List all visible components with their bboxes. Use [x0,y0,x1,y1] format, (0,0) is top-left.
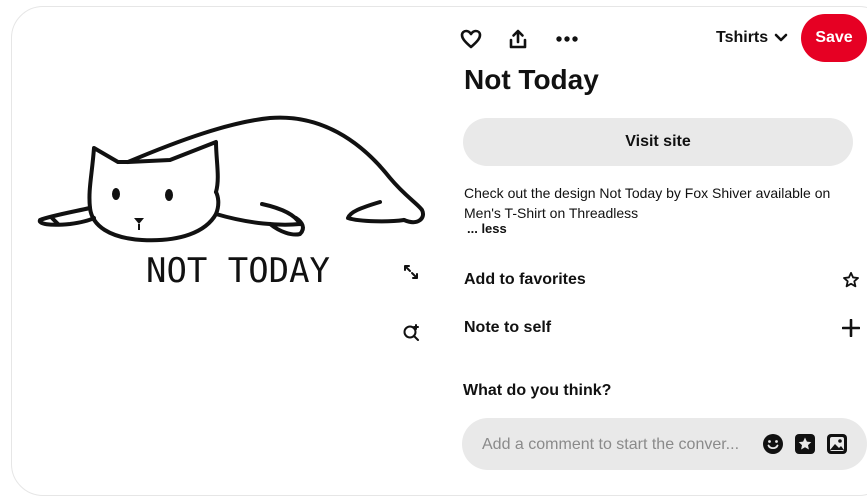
add-to-favorites-row[interactable]: Add to favorites [464,266,860,294]
comment-box[interactable] [462,418,867,470]
star-icon[interactable] [842,271,860,289]
pin-description: Check out the design Not Today by Fox Sh… [464,185,831,221]
save-button[interactable]: Save [801,14,867,62]
comment-input[interactable] [480,432,754,458]
note-to-self-label: Note to self [464,319,552,336]
image-icon[interactable] [825,432,849,456]
show-less-link[interactable]: ... less [467,221,507,236]
share-icon[interactable] [505,22,531,56]
more-icon[interactable] [554,22,580,56]
plus-icon[interactable] [842,319,860,337]
visual-search-icon[interactable] [399,320,423,344]
sticker-icon[interactable] [793,432,817,456]
note-to-self-row[interactable]: Note to self [464,314,860,342]
pin-image[interactable]: NOT TODAY [30,100,430,300]
board-name: Tshirts [716,29,769,46]
cat-illustration: NOT TODAY [37,115,425,291]
comments-heading: What do you think? [463,382,612,399]
board-selector[interactable]: Tshirts [716,29,788,47]
image-caption: NOT TODAY [146,251,330,291]
emoji-icon[interactable] [761,432,785,456]
heart-icon[interactable] [458,22,484,56]
pin-title: Not Today [464,64,599,95]
pin-actions-bar: Tshirts Save [458,14,867,62]
chevron-down-icon [774,33,788,42]
expand-icon[interactable] [399,260,423,284]
visit-site-button[interactable]: Visit site [463,118,853,166]
add-to-favorites-label: Add to favorites [464,271,586,288]
